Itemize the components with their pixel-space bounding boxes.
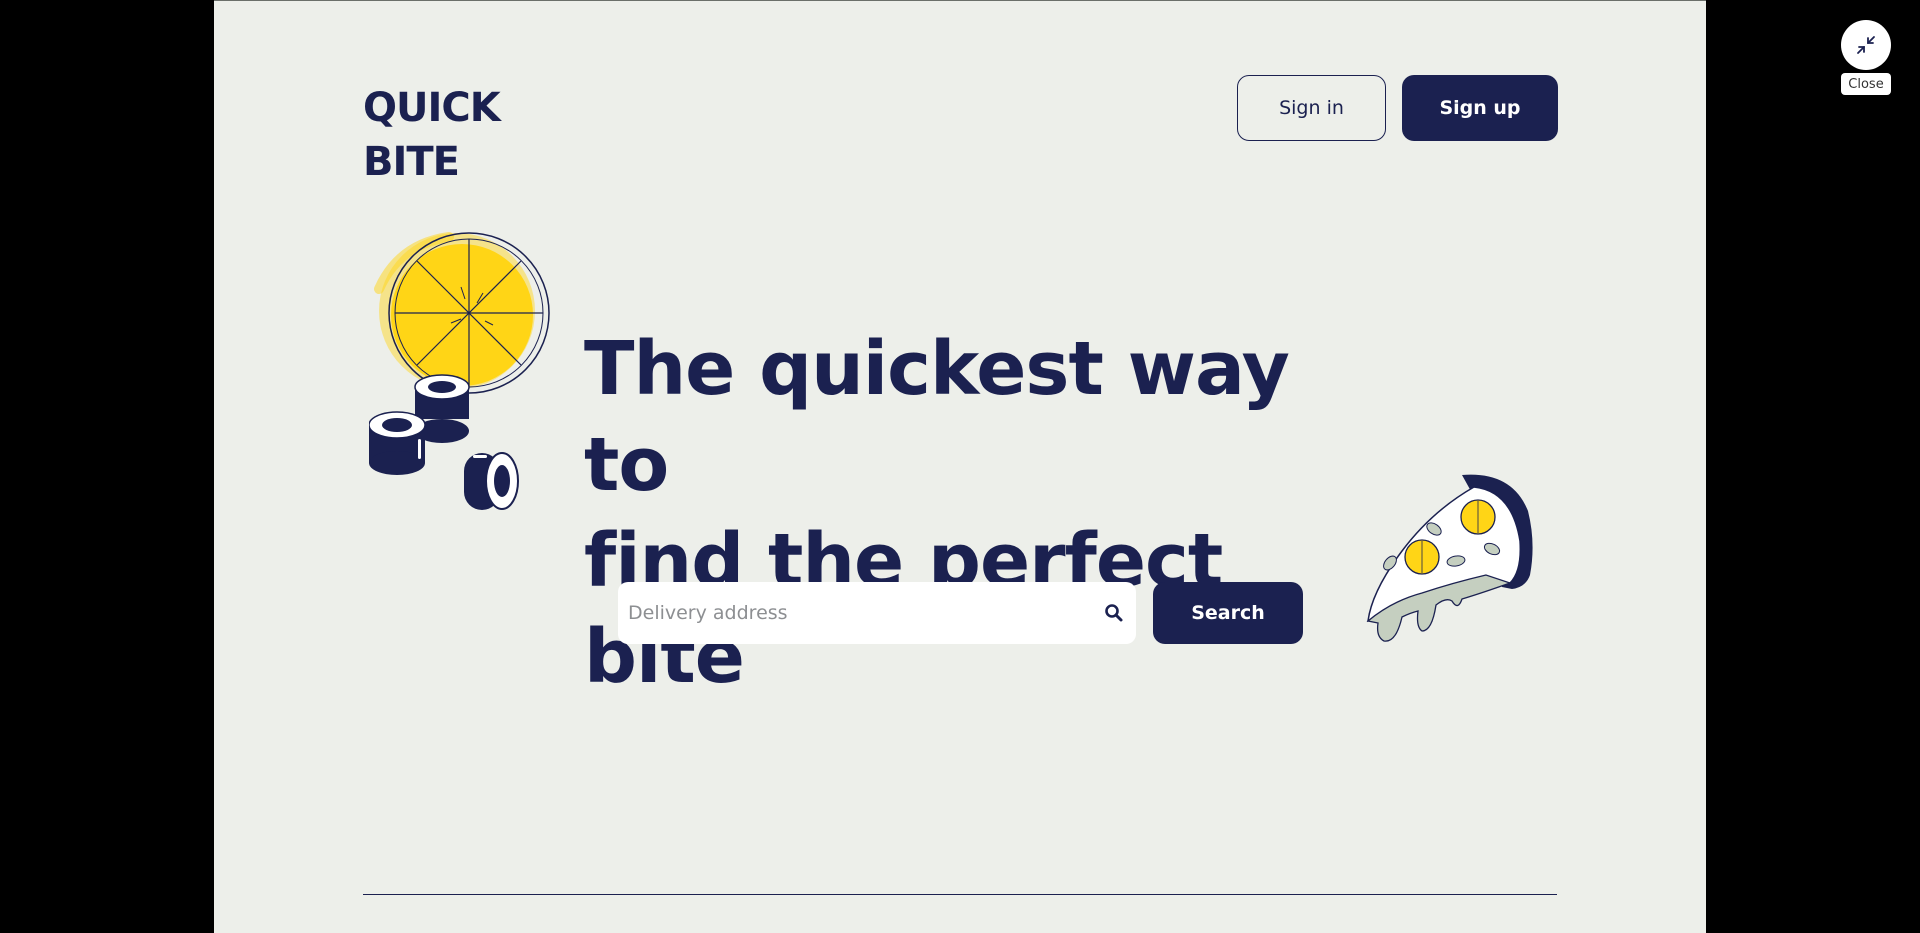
pizza-slice-illustration (1366, 474, 1533, 642)
close-tooltip: Close (1841, 73, 1891, 95)
hero-headline: The quickest way to find the perfect bit… (584, 321, 1374, 705)
search-icon[interactable] (1104, 603, 1124, 623)
logo-line-2: BITE (363, 139, 460, 185)
search-button[interactable]: Search (1153, 582, 1303, 644)
sign-in-button[interactable]: Sign in (1237, 75, 1386, 141)
minimize-icon (1857, 36, 1875, 54)
delivery-address-search (618, 582, 1136, 644)
delivery-address-input[interactable] (618, 582, 1088, 644)
viewer-viewport: QUICK BITE Sign in Sign up The quickest … (0, 0, 1920, 933)
exit-fullscreen-button[interactable] (1841, 20, 1891, 70)
landing-page: QUICK BITE Sign in Sign up The quickest … (214, 0, 1706, 933)
logo[interactable]: QUICK BITE (363, 81, 501, 189)
headline-line-1: The quickest way to (584, 326, 1290, 508)
sign-up-button[interactable]: Sign up (1402, 75, 1558, 141)
pizza-sushi-illustration (369, 232, 550, 510)
section-divider (363, 894, 1557, 895)
logo-line-1: QUICK (363, 85, 501, 131)
